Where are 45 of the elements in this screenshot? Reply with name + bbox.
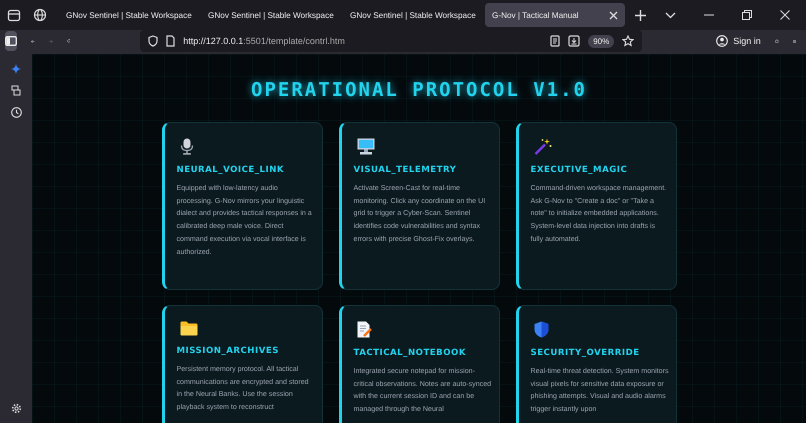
tab-title: GNov Sentinel | Stable Workspace [66,10,192,20]
sign-in-button[interactable]: Sign in [716,35,761,47]
card-title: VISUAL_TELEMETRY [354,165,458,175]
monitor-icon [356,138,374,155]
microphone-icon [180,138,194,155]
close-icon[interactable] [780,10,790,20]
close-icon[interactable] [609,10,618,20]
tab-overview-icon[interactable] [7,8,21,22]
magic-wand-icon [534,138,552,155]
tab-title: G-Nov | Tactical Manual [492,10,580,20]
account-icon [716,35,728,47]
bookmarks-icon[interactable] [11,85,21,96]
card-title: TACTICAL_NOTEBOOK [354,348,467,358]
document-pencil-icon [356,321,372,338]
restore-icon[interactable] [742,10,752,20]
browser-tab[interactable]: GNov Sentinel | Stable Workspace [343,3,483,27]
browser-tab[interactable]: GNov Sentinel | Stable Workspace [59,3,199,27]
star-icon[interactable] [622,35,634,47]
minimize-icon[interactable] [704,14,714,16]
address-bar[interactable]: http://127.0.0.1:5501/template/contrl.htm 90% [140,30,642,52]
tab-title: GNov Sentinel | Stable Workspace [350,10,476,20]
folder-icon [180,321,198,336]
sparkle-icon[interactable] [11,64,21,74]
page-title: OPERATIONAL PROTOCOL V1.0 [251,79,587,101]
reader-view-icon[interactable] [550,35,560,47]
settings-icon[interactable] [10,403,22,414]
clock-icon[interactable] [10,107,22,118]
browser-tab[interactable]: G-Nov | Tactical Manual [485,3,625,27]
browser-tab[interactable]: GNov Sentinel | Stable Workspace [201,3,341,27]
zoom-level-badge[interactable]: 90% [588,34,614,48]
card-title: SECURITY_OVERRIDE [530,348,641,358]
new-tab-icon[interactable] [635,10,646,20]
shield-icon[interactable] [148,35,158,47]
globe-icon [33,8,47,22]
page-icon[interactable] [166,35,176,47]
tab-title: GNov Sentinel | Stable Workspace [208,10,334,20]
card-title: EXECUTIVE_MAGIC [530,165,628,175]
card-title: MISSION_ARCHIVES [176,346,280,356]
download-icon[interactable] [568,35,580,47]
sidebar-icon [5,36,17,46]
chevron-down-icon[interactable] [665,12,676,18]
shield-icon [534,321,548,338]
url-text: http://127.0.0.1:5501/template/contrl.htm [183,36,345,46]
card-title: NEURAL_VOICE_LINK [176,165,286,175]
sidebar-toggle-button[interactable] [5,31,17,51]
